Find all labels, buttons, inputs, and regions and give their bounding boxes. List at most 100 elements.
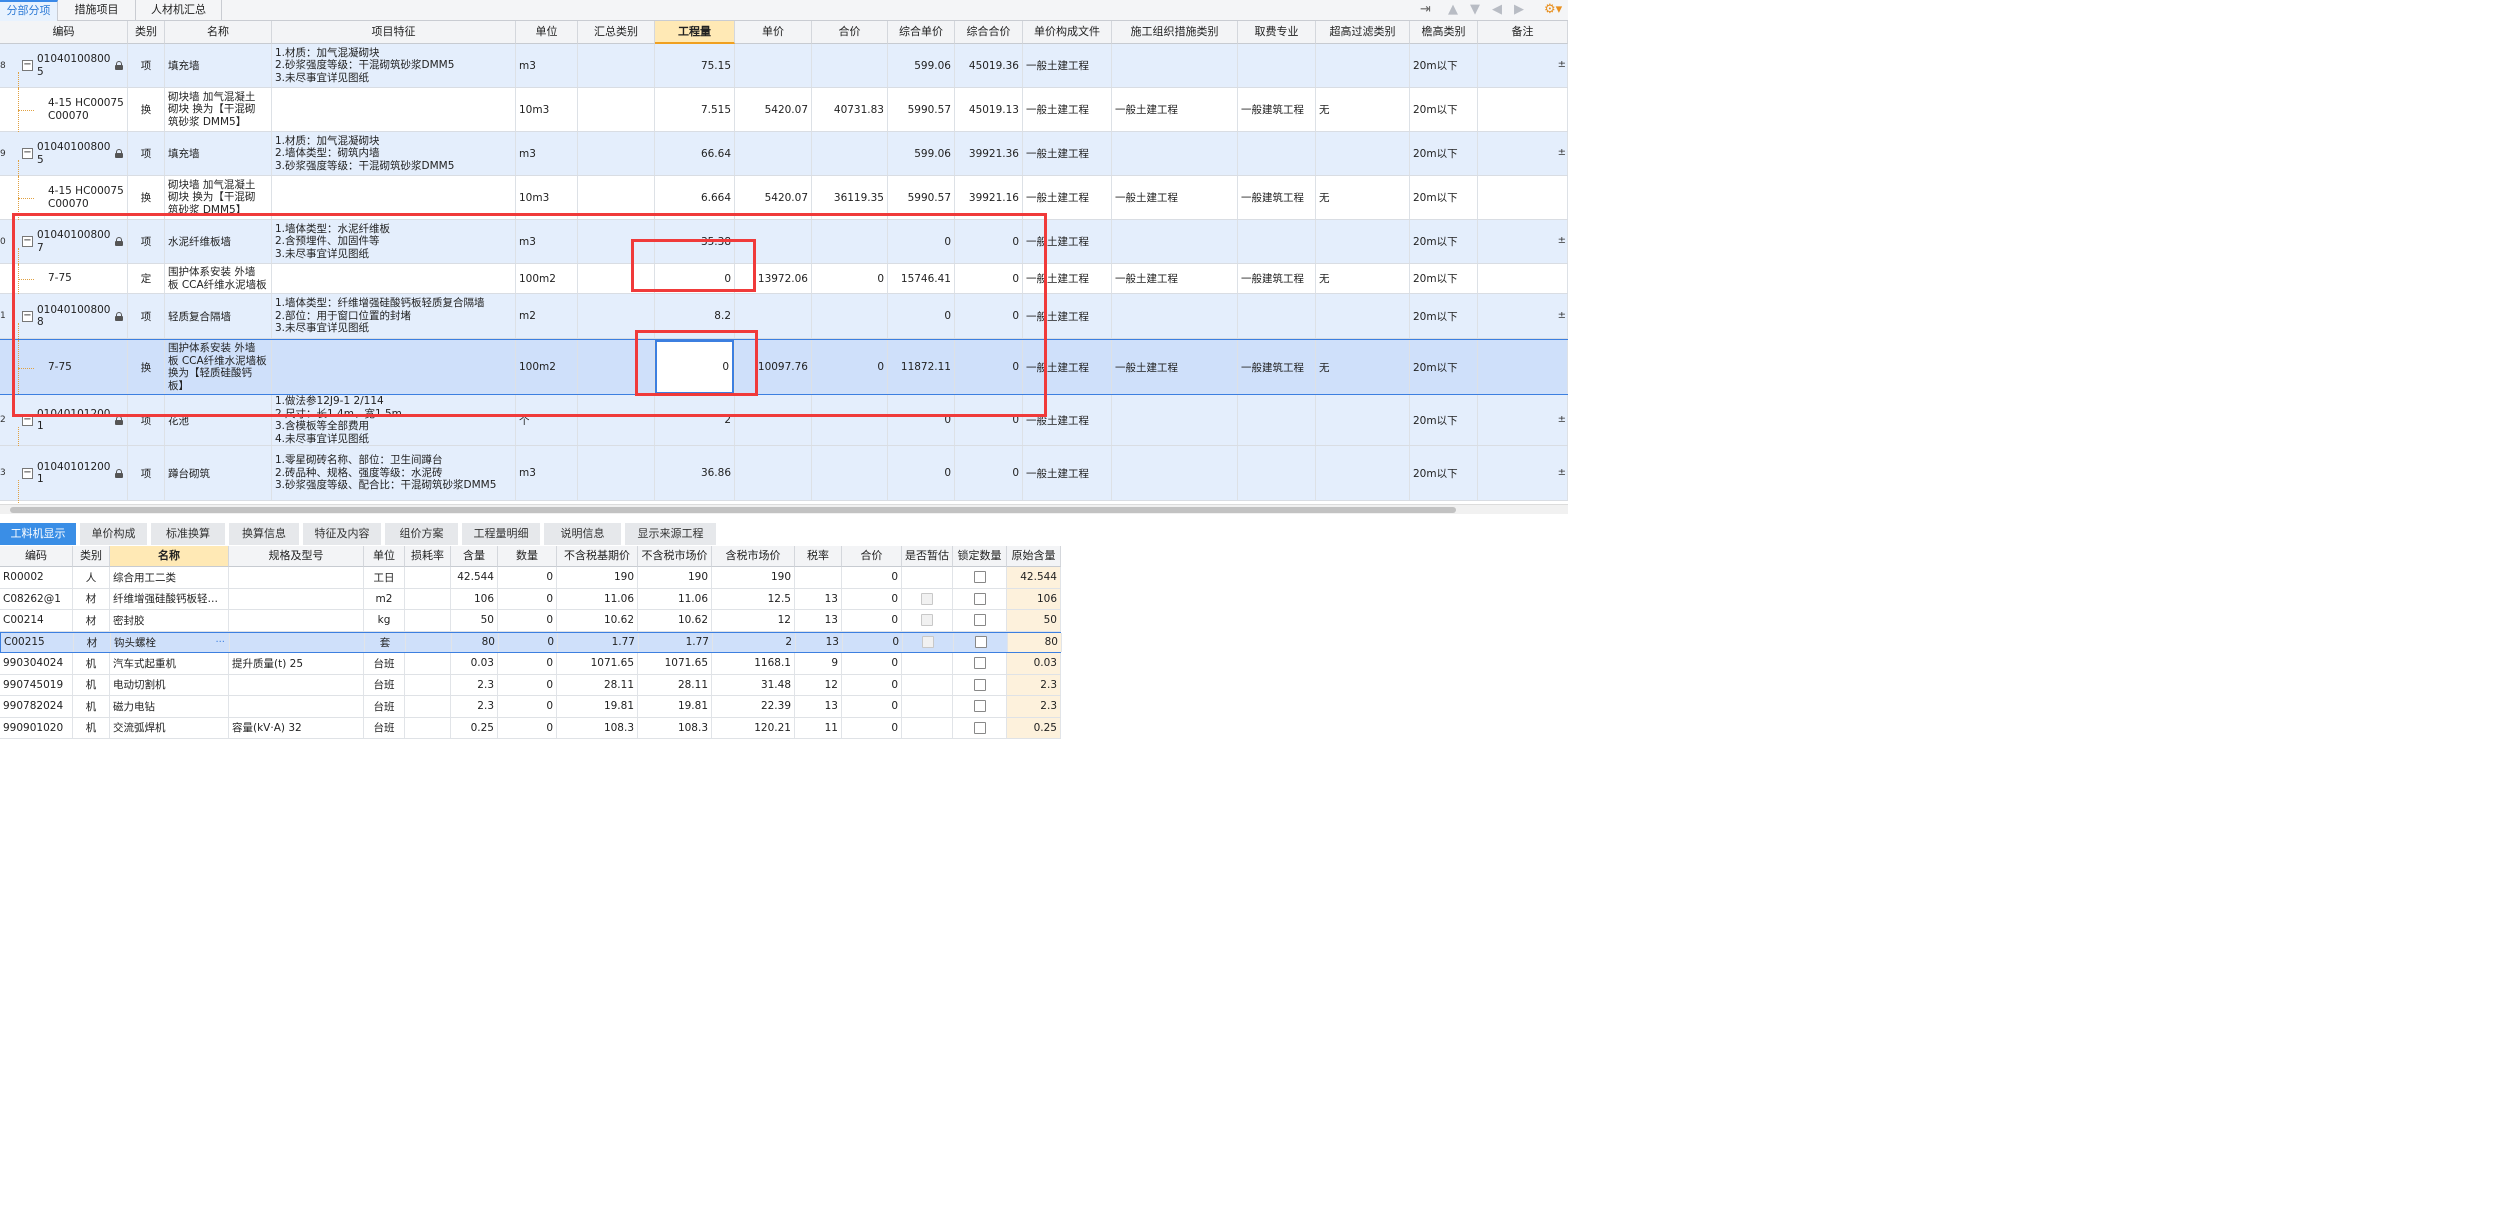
table-row[interactable]: 8−01040100800 5 项填充墙 1.材质：加气混凝砌块 2.砂浆强度等级：干混…: [0, 44, 1568, 94]
comp-price-cell[interactable]: 599.06: [888, 44, 955, 87]
features-cell[interactable]: [272, 340, 516, 394]
features-cell[interactable]: [272, 264, 516, 293]
res-orig-cell[interactable]: 0.03: [1007, 653, 1061, 674]
res-code-cell[interactable]: 990745019: [0, 674, 73, 695]
amount-cell[interactable]: [812, 294, 888, 338]
res-base-cell[interactable]: 11.06: [557, 588, 638, 609]
qty-cell[interactable]: 0: [655, 340, 735, 394]
comp-price-cell[interactable]: 11872.11: [888, 340, 955, 394]
res-unit-cell[interactable]: 台班: [364, 696, 405, 717]
tab-resource-summary[interactable]: 人材机汇总: [136, 0, 222, 21]
features-cell[interactable]: 1.材质：加气混凝砌块 2.墙体类型：砌筑内墙 3.砂浆强度等级：干混砌筑砂浆DMM…: [272, 132, 516, 175]
amount-cell[interactable]: [812, 132, 888, 175]
header-name[interactable]: 名称: [165, 21, 272, 44]
category-cell[interactable]: 换: [128, 340, 165, 394]
tab-price-composition[interactable]: 单价构成: [80, 523, 149, 545]
name-cell[interactable]: 砌块墙 加气混凝土 砌块 换为【干混砌 筑砂浆 DMM5】: [165, 88, 272, 131]
comp-amount-cell[interactable]: 0: [955, 264, 1023, 293]
res-content-cell[interactable]: 0.25: [451, 717, 498, 738]
res-rate-cell[interactable]: 13: [795, 610, 842, 631]
expand-toggle[interactable]: ±: [1558, 414, 1566, 425]
res-header-loss[interactable]: 损耗率: [405, 546, 451, 567]
summary-cell[interactable]: [578, 446, 655, 500]
res-tax-market-cell[interactable]: 1168.1: [712, 653, 795, 674]
category-cell[interactable]: 换: [128, 176, 165, 219]
measure-cat-cell[interactable]: [1112, 395, 1238, 445]
res-lock-cell[interactable]: [953, 610, 1007, 631]
expand-toggle[interactable]: ±: [1558, 59, 1566, 70]
comp-amount-cell[interactable]: 45019.13: [955, 88, 1023, 131]
res-rate-cell[interactable]: 13: [796, 632, 843, 652]
price-cell[interactable]: [735, 132, 812, 175]
res-content-cell[interactable]: 106: [451, 588, 498, 609]
res-code-cell[interactable]: C00215: [1, 632, 74, 652]
qty-cell[interactable]: 6.664: [655, 176, 735, 219]
category-cell[interactable]: 换: [128, 88, 165, 131]
res-spec-cell[interactable]: [229, 588, 364, 609]
res-orig-cell[interactable]: 50: [1007, 610, 1061, 631]
category-cell[interactable]: 项: [128, 294, 165, 338]
res-tax-market-cell[interactable]: 12.5: [712, 588, 795, 609]
res-lock-cell[interactable]: [953, 674, 1007, 695]
res-cat-cell[interactable]: 材: [73, 588, 110, 609]
res-tax-market-cell[interactable]: 190: [712, 567, 795, 588]
name-cell[interactable]: 花池: [165, 395, 272, 445]
category-cell[interactable]: 项: [128, 44, 165, 87]
res-unit-cell[interactable]: 台班: [364, 717, 405, 738]
table-row[interactable]: 4-15 HC00075 C00070 换砌块墙 加气混凝土 砌块 换为【干混砌 筑砂浆…: [0, 176, 1568, 220]
fee-major-cell[interactable]: [1238, 395, 1316, 445]
res-market-cell[interactable]: 190: [638, 567, 712, 588]
res-lock-cell[interactable]: [954, 632, 1008, 652]
res-tax-market-cell[interactable]: 120.21: [712, 717, 795, 738]
move-first-icon[interactable]: ⇥: [1420, 2, 1431, 17]
res-loss-cell[interactable]: [405, 567, 451, 588]
res-base-cell[interactable]: 190: [557, 567, 638, 588]
remark-cell[interactable]: [1478, 340, 1568, 394]
res-code-cell[interactable]: 990304024: [0, 653, 73, 674]
comp-amount-cell[interactable]: 39921.36: [955, 132, 1023, 175]
price-file-cell[interactable]: 一般土建工程: [1023, 132, 1112, 175]
res-market-cell[interactable]: 11.06: [638, 588, 712, 609]
amount-cell[interactable]: 36119.35: [812, 176, 888, 219]
amount-cell[interactable]: [812, 446, 888, 500]
res-spec-cell[interactable]: [229, 567, 364, 588]
res-qty-cell[interactable]: 0: [498, 610, 557, 631]
lock-quantity-checkbox[interactable]: [973, 592, 986, 605]
res-spec-cell[interactable]: 容量(kV·A) 32: [229, 717, 364, 738]
table-row[interactable]: 3−01040101200 1 项蹲台砌筑 1.零星砌砖名称、部位：卫生间蹲台 2.砖品…: [0, 446, 1568, 507]
name-cell[interactable]: 砌块墙 加气混凝土 砌块 换为【干混砌 筑砂浆 DMM5】: [165, 176, 272, 219]
res-header-cat[interactable]: 类别: [73, 546, 110, 567]
res-code-cell[interactable]: R00002: [0, 567, 73, 588]
remark-cell[interactable]: [1478, 44, 1568, 87]
price-cell[interactable]: [735, 294, 812, 338]
features-cell[interactable]: [272, 88, 516, 131]
eave-cell[interactable]: 20m以下: [1410, 340, 1478, 394]
overheight-cell[interactable]: [1316, 132, 1410, 175]
header-fee-major[interactable]: 取费专业: [1238, 21, 1316, 44]
code-cell[interactable]: −01040101200 1: [8, 395, 128, 445]
res-content-cell[interactable]: 0.03: [451, 653, 498, 674]
resource-row[interactable]: 990782024 机磁力电钻 台班 2.3 0 19.81 19.81 22.39 13 0 2.…: [0, 696, 1061, 718]
resource-row[interactable]: 990745019 机电动切割机 台班 2.3 0 28.11 28.11 31.48 12 0 2…: [0, 674, 1061, 696]
res-lock-cell[interactable]: [953, 588, 1007, 609]
arrow-up-icon[interactable]: ▲: [1448, 2, 1458, 17]
unit-cell[interactable]: m3: [516, 446, 578, 500]
name-cell[interactable]: 水泥纤维板墙: [165, 220, 272, 263]
res-header-tax-market[interactable]: 含税市场价: [712, 546, 795, 567]
summary-cell[interactable]: [578, 220, 655, 263]
res-amount-cell[interactable]: 0: [843, 632, 903, 652]
qty-edit-input[interactable]: 0: [655, 340, 734, 394]
res-header-content[interactable]: 含量: [451, 546, 498, 567]
header-remark[interactable]: 备注: [1478, 21, 1568, 44]
more-options-icon[interactable]: ···: [215, 637, 225, 648]
tab-features-content[interactable]: 特征及内容: [303, 523, 383, 545]
res-name-cell[interactable]: 交流弧焊机: [110, 717, 229, 738]
code-cell[interactable]: −01040101200 1: [8, 446, 128, 500]
fee-major-cell[interactable]: 一般建筑工程: [1238, 88, 1316, 131]
summary-cell[interactable]: [578, 264, 655, 293]
category-cell[interactable]: 项: [128, 395, 165, 445]
remark-cell[interactable]: [1478, 220, 1568, 263]
res-unit-cell[interactable]: 台班: [364, 653, 405, 674]
remark-cell[interactable]: [1478, 395, 1568, 445]
comp-amount-cell[interactable]: 0: [955, 446, 1023, 500]
